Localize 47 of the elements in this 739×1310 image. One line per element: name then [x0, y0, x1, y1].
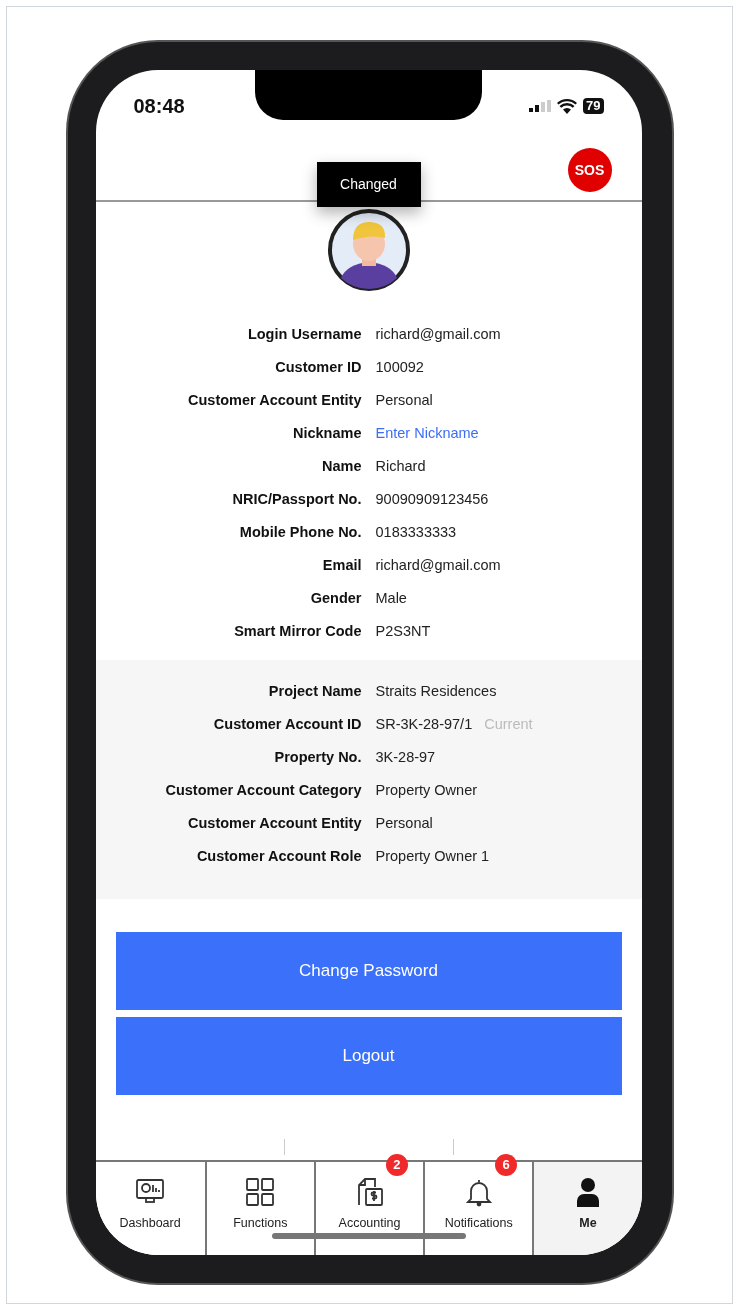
status-time: 08:48: [133, 94, 185, 119]
signal-icon: [529, 100, 552, 112]
bell-icon: [463, 1177, 494, 1207]
field-value: Property Owner: [375, 781, 478, 800]
field-value: 3K-28-97: [375, 748, 436, 767]
field-label: Name: [321, 457, 362, 476]
field-value: Personal: [375, 391, 434, 410]
field-value: 90090909123456: [375, 490, 490, 509]
field-label: Customer Account Role: [195, 847, 362, 866]
field-label: Gender: [309, 589, 362, 608]
field-label: Smart Mirror Code: [233, 622, 362, 641]
tab[interactable]: Me: [532, 1162, 642, 1255]
notification-badge: 6: [495, 1154, 518, 1176]
sos-button[interactable]: SOS: [567, 148, 612, 192]
field-label: Nickname: [292, 424, 362, 443]
nickname-link[interactable]: Enter Nickname: [375, 417, 642, 450]
field-value: 0183333333: [375, 523, 458, 542]
logout-button[interactable]: Logout: [115, 1017, 622, 1095]
field-label: Customer ID: [274, 358, 362, 377]
field-label: Customer Account ID: [212, 715, 362, 734]
field-label: NRIC/Passport No.: [231, 490, 362, 509]
battery-level: 79: [583, 98, 604, 114]
notification-badge: 2: [385, 1154, 408, 1176]
status-tag: Current: [484, 708, 533, 741]
field-label: Customer Account Entity: [187, 814, 362, 833]
field-label: Login Username: [246, 325, 362, 344]
field-value: Richard: [375, 457, 427, 476]
field-label: Property No.: [273, 748, 362, 767]
field-label: Customer Account Entity: [187, 391, 362, 410]
field-value: Straits Residences: [375, 682, 497, 701]
person-icon: [575, 1177, 600, 1207]
change-password-button[interactable]: Change Password: [115, 932, 622, 1010]
field-value: Property Owner 1: [375, 847, 490, 866]
grid-icon: [245, 1177, 276, 1207]
field-label: Mobile Phone No.: [238, 523, 362, 542]
field-value: 100092: [375, 358, 425, 377]
field-value: richard@gmail.com: [375, 325, 502, 344]
wifi-icon: [557, 98, 578, 114]
field-value: richard@gmail.com: [375, 556, 502, 575]
field-label: Project Name: [267, 682, 362, 701]
field-value: Personal: [375, 814, 433, 833]
field-value: Male: [375, 589, 408, 608]
field-value: P2S3NT: [375, 622, 432, 641]
field-label: Customer Account Category: [164, 781, 362, 800]
field-label: Email: [321, 556, 362, 575]
field-value: SR-3K-28-97/1: [375, 715, 473, 734]
toast-message: Changed: [316, 162, 421, 207]
